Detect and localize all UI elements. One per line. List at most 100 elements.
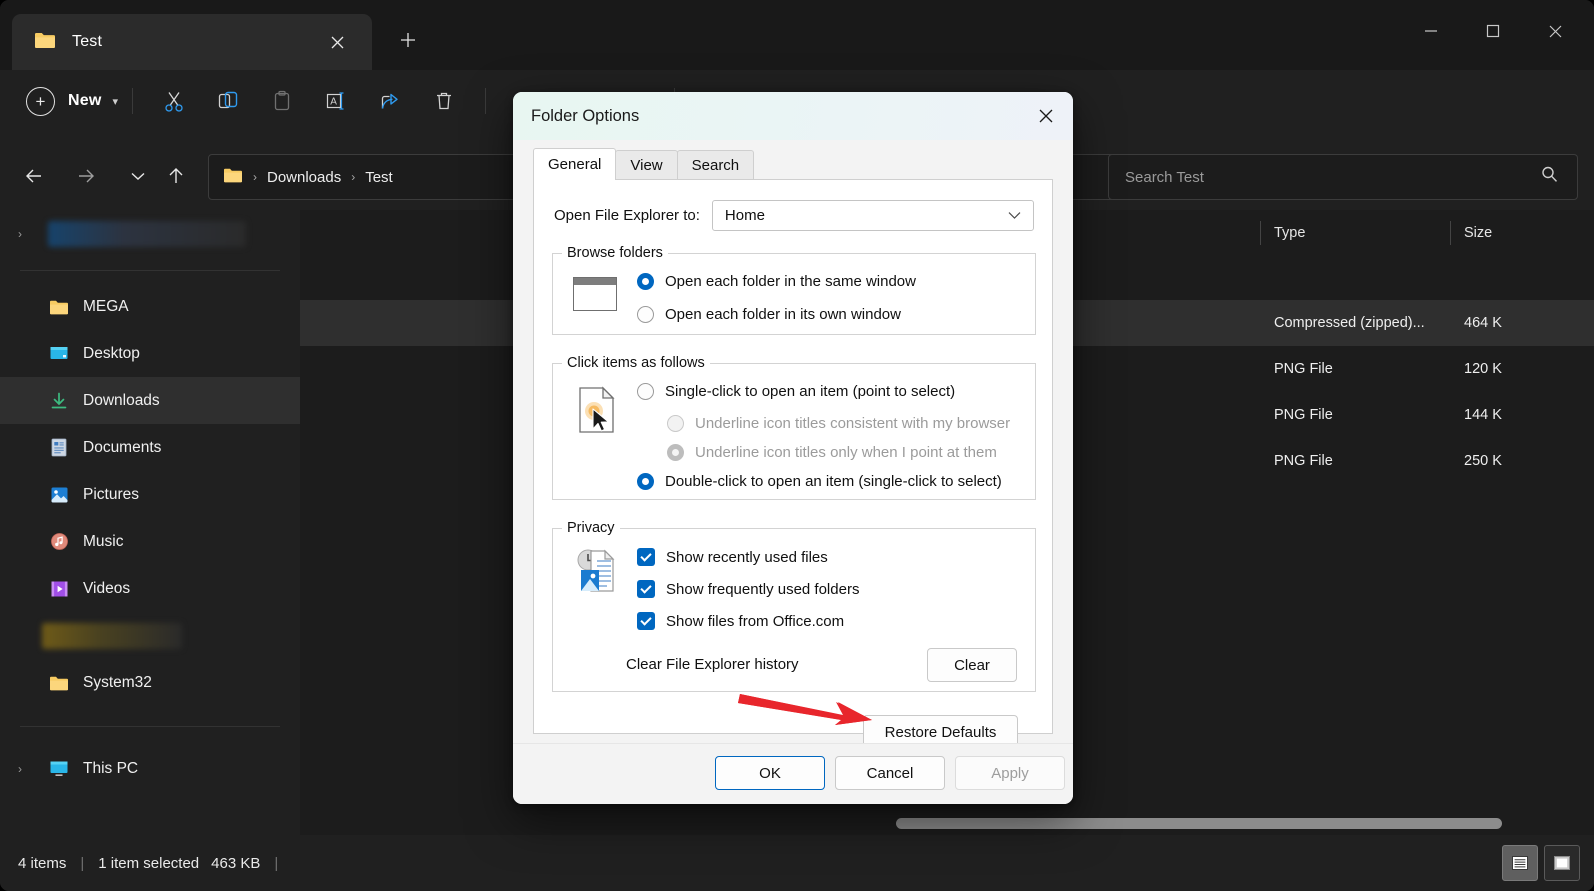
- window-controls: [1400, 0, 1594, 62]
- checkbox-office-files[interactable]: Show files from Office.com: [637, 612, 844, 630]
- breadcrumb-item-test[interactable]: Test: [365, 169, 393, 186]
- tab-search[interactable]: Search: [676, 150, 755, 180]
- option-underline-point: Underline icon titles only when I point …: [667, 444, 997, 461]
- up-button[interactable]: [158, 158, 194, 194]
- folder-icon: [48, 675, 70, 691]
- open-explorer-to-select[interactable]: Home: [711, 200, 1034, 231]
- sidebar-item-system32[interactable]: System32: [0, 659, 300, 706]
- copy-icon[interactable]: [201, 81, 255, 121]
- sidebar-item-pictures[interactable]: Pictures: [0, 471, 300, 518]
- click-items-group: Click items as follows Single-click to o…: [552, 355, 1036, 500]
- sidebar-divider: [20, 270, 280, 271]
- apply-button: Apply: [955, 756, 1065, 790]
- option-single-click[interactable]: Single-click to open an item (point to s…: [637, 383, 955, 400]
- radio-button[interactable]: [637, 306, 654, 323]
- picture-icon: [48, 486, 70, 504]
- clear-button[interactable]: Clear: [927, 648, 1017, 682]
- checkbox[interactable]: [637, 548, 655, 566]
- option-label: Underline icon titles only when I point …: [695, 444, 997, 461]
- sidebar-item-videos[interactable]: Videos: [0, 565, 300, 612]
- tab-view[interactable]: View: [615, 150, 678, 180]
- cut-icon[interactable]: [147, 81, 201, 121]
- breadcrumb-item-downloads[interactable]: Downloads: [267, 169, 341, 186]
- tab-close-icon[interactable]: [324, 29, 350, 55]
- radio-button: [667, 444, 684, 461]
- chevron-right-icon[interactable]: ›: [18, 227, 22, 241]
- radio-button: [667, 415, 684, 432]
- list-view-icon[interactable]: [1502, 845, 1538, 881]
- minimize-button[interactable]: [1400, 0, 1462, 62]
- dialog-title-bar: Folder Options: [513, 92, 1073, 140]
- sidebar-item-label: Downloads: [83, 391, 160, 409]
- delete-icon[interactable]: [417, 81, 471, 121]
- sidebar-item-label: Music: [83, 532, 124, 550]
- checkbox-frequent-folders[interactable]: Show frequently used folders: [637, 580, 859, 598]
- dialog-tabs: General View Search: [533, 148, 755, 180]
- checkbox[interactable]: [637, 612, 655, 630]
- ok-label: OK: [759, 764, 781, 782]
- status-divider-2: |: [274, 854, 279, 872]
- share-icon[interactable]: [363, 81, 417, 121]
- column-type[interactable]: Type: [1260, 210, 1450, 256]
- dialog-body: General View Search Open File Explorer t…: [513, 140, 1073, 749]
- sidebar-item-label: Desktop: [83, 344, 140, 362]
- sidebar-item-mega[interactable]: MEGA: [0, 283, 300, 330]
- tab-general[interactable]: General: [533, 148, 617, 180]
- paste-icon[interactable]: [255, 81, 309, 121]
- breadcrumb-folder-icon: [223, 167, 243, 187]
- search-box[interactable]: Search Test: [1108, 154, 1578, 200]
- dialog-close-icon[interactable]: [1019, 92, 1073, 140]
- privacy-legend: Privacy: [567, 520, 615, 536]
- checkbox[interactable]: [637, 580, 655, 598]
- radio-button[interactable]: [637, 273, 654, 290]
- column-header-label: Type: [1274, 225, 1306, 241]
- selection-size: 463 KB: [211, 854, 261, 872]
- option-label: Open each folder in the same window: [665, 273, 916, 290]
- close-button[interactable]: [1524, 0, 1586, 62]
- sidebar-item-music[interactable]: Music: [0, 518, 300, 565]
- rename-icon[interactable]: A: [309, 81, 363, 121]
- toolbar-divider: [132, 88, 134, 114]
- back-button[interactable]: [16, 158, 52, 194]
- pc-icon: [48, 760, 70, 777]
- horizontal-scrollbar[interactable]: [896, 818, 1502, 829]
- column-size[interactable]: Size: [1450, 210, 1590, 256]
- search-icon[interactable]: [1540, 165, 1559, 189]
- tab-test[interactable]: Test: [12, 14, 372, 70]
- details-pane-icon[interactable]: [1544, 845, 1580, 881]
- chevron-down-icon: ▾: [112, 95, 119, 108]
- file-explorer-window: Test + New ▾ A › Downloads › Test Search…: [0, 0, 1594, 891]
- option-double-click[interactable]: Double-click to open an item (single-cli…: [637, 473, 1002, 490]
- recent-locations-button[interactable]: [120, 158, 156, 194]
- new-tab-button[interactable]: [388, 20, 428, 60]
- checkbox-label: Show files from Office.com: [666, 612, 845, 630]
- maximize-button[interactable]: [1462, 0, 1524, 62]
- sidebar-item-redacted-top[interactable]: ›: [0, 210, 300, 258]
- sidebar-item-downloads[interactable]: Downloads: [0, 377, 300, 424]
- sidebar-item-label: Pictures: [83, 485, 139, 503]
- open-explorer-to-row: Open File Explorer to: Home: [554, 200, 1034, 231]
- checkbox-label: Show recently used files: [666, 548, 828, 566]
- cell-type: Compressed (zipped)...: [1274, 315, 1425, 331]
- tab-label: View: [630, 157, 663, 174]
- cancel-button[interactable]: Cancel: [835, 756, 945, 790]
- open-explorer-to-label: Open File Explorer to:: [554, 207, 700, 224]
- dialog-footer: OK Cancel Apply: [513, 743, 1073, 804]
- option-same-window[interactable]: Open each folder in the same window: [637, 273, 916, 290]
- sidebar-item-desktop[interactable]: Desktop: [0, 330, 300, 377]
- tab-label: Test: [72, 33, 103, 50]
- sidebar-item-redacted[interactable]: [0, 612, 300, 659]
- option-own-window[interactable]: Open each folder in its own window: [637, 306, 901, 323]
- column-divider: [1260, 221, 1261, 245]
- radio-button[interactable]: [637, 383, 654, 400]
- new-button[interactable]: + New ▾: [26, 86, 119, 116]
- tab-label: General: [548, 156, 602, 173]
- sidebar-item-this-pc[interactable]: › This PC: [0, 745, 300, 792]
- radio-button[interactable]: [637, 473, 654, 490]
- forward-button[interactable]: [68, 158, 104, 194]
- checkbox-recent-files[interactable]: Show recently used files: [637, 548, 828, 566]
- chevron-right-icon[interactable]: ›: [18, 762, 22, 776]
- sidebar-item-documents[interactable]: Documents: [0, 424, 300, 471]
- ok-button[interactable]: OK: [715, 756, 825, 790]
- navigation-pane: › MEGA Desktop Downloads Documents Pictu…: [0, 210, 300, 835]
